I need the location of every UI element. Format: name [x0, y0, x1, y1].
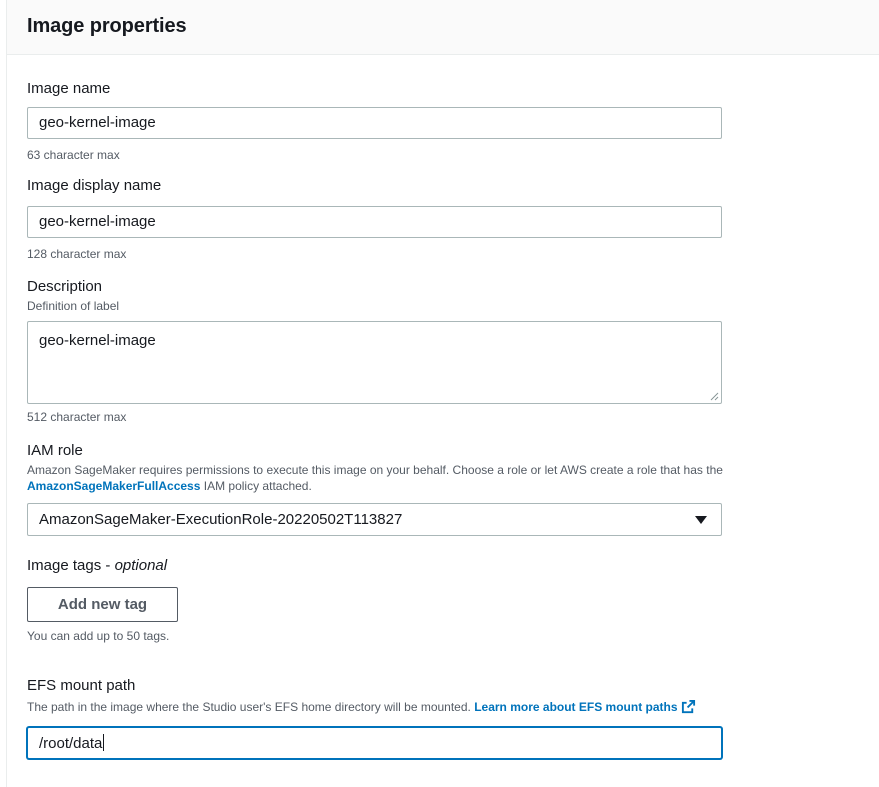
efs-mount-path-value: /root/data: [39, 735, 103, 752]
image-name-input[interactable]: geo-kernel-image: [27, 107, 722, 139]
description-hint: 512 character max: [27, 410, 127, 424]
description-textarea[interactable]: geo-kernel-image: [27, 321, 722, 404]
image-tags-label-sep: -: [101, 557, 115, 574]
description-label: Description: [27, 278, 103, 295]
efs-mount-path-label: EFS mount path: [27, 677, 136, 694]
iam-role-selected: AmazonSageMaker-ExecutionRole-20220502T1…: [39, 511, 403, 528]
image-tags-label-text: Image tags: [27, 557, 102, 574]
display-name-label: Image display name: [27, 177, 162, 194]
iam-role-desc-text: Amazon SageMaker requires permissions to…: [27, 463, 723, 477]
image-tags-label: Image tags - optional: [27, 557, 167, 574]
tags-hint: You can add up to 50 tags.: [27, 629, 170, 643]
iam-role-desc-tail: IAM policy attached.: [203, 479, 312, 493]
efs-desc-text: The path in the image where the Studio u…: [27, 700, 471, 714]
panel-header: Image properties: [7, 0, 879, 55]
efs-description: The path in the image where the Studio u…: [27, 699, 867, 714]
image-name-hint: 63 character max: [27, 148, 120, 162]
iam-role-description: Amazon SageMaker requires permissions to…: [27, 462, 867, 494]
text-cursor: [103, 734, 105, 751]
description-sublabel: Definition of label: [27, 299, 120, 313]
optional-label: optional: [114, 557, 168, 574]
learn-more-efs-text: Learn more about EFS mount paths: [474, 700, 678, 714]
full-access-policy-link[interactable]: AmazonSageMakerFullAccess: [27, 479, 200, 493]
image-name-label: Image name: [27, 80, 111, 97]
image-properties-panel: Image properties Image name geo-kernel-i…: [6, 0, 879, 787]
display-name-input[interactable]: geo-kernel-image: [27, 206, 722, 238]
add-new-tag-button[interactable]: Add new tag: [27, 587, 178, 622]
description-value: geo-kernel-image: [39, 332, 156, 349]
iam-role-select[interactable]: AmazonSageMaker-ExecutionRole-20220502T1…: [27, 503, 722, 536]
display-name-hint: 128 character max: [27, 247, 127, 261]
caret-down-icon: [695, 516, 707, 524]
resize-grip-icon[interactable]: [710, 392, 719, 401]
efs-mount-path-input[interactable]: /root/data: [27, 727, 722, 759]
external-link-icon: [681, 699, 695, 714]
learn-more-efs-link[interactable]: Learn more about EFS mount paths: [474, 699, 695, 714]
iam-role-label: IAM role: [27, 442, 83, 459]
panel-title: Image properties: [27, 15, 187, 37]
